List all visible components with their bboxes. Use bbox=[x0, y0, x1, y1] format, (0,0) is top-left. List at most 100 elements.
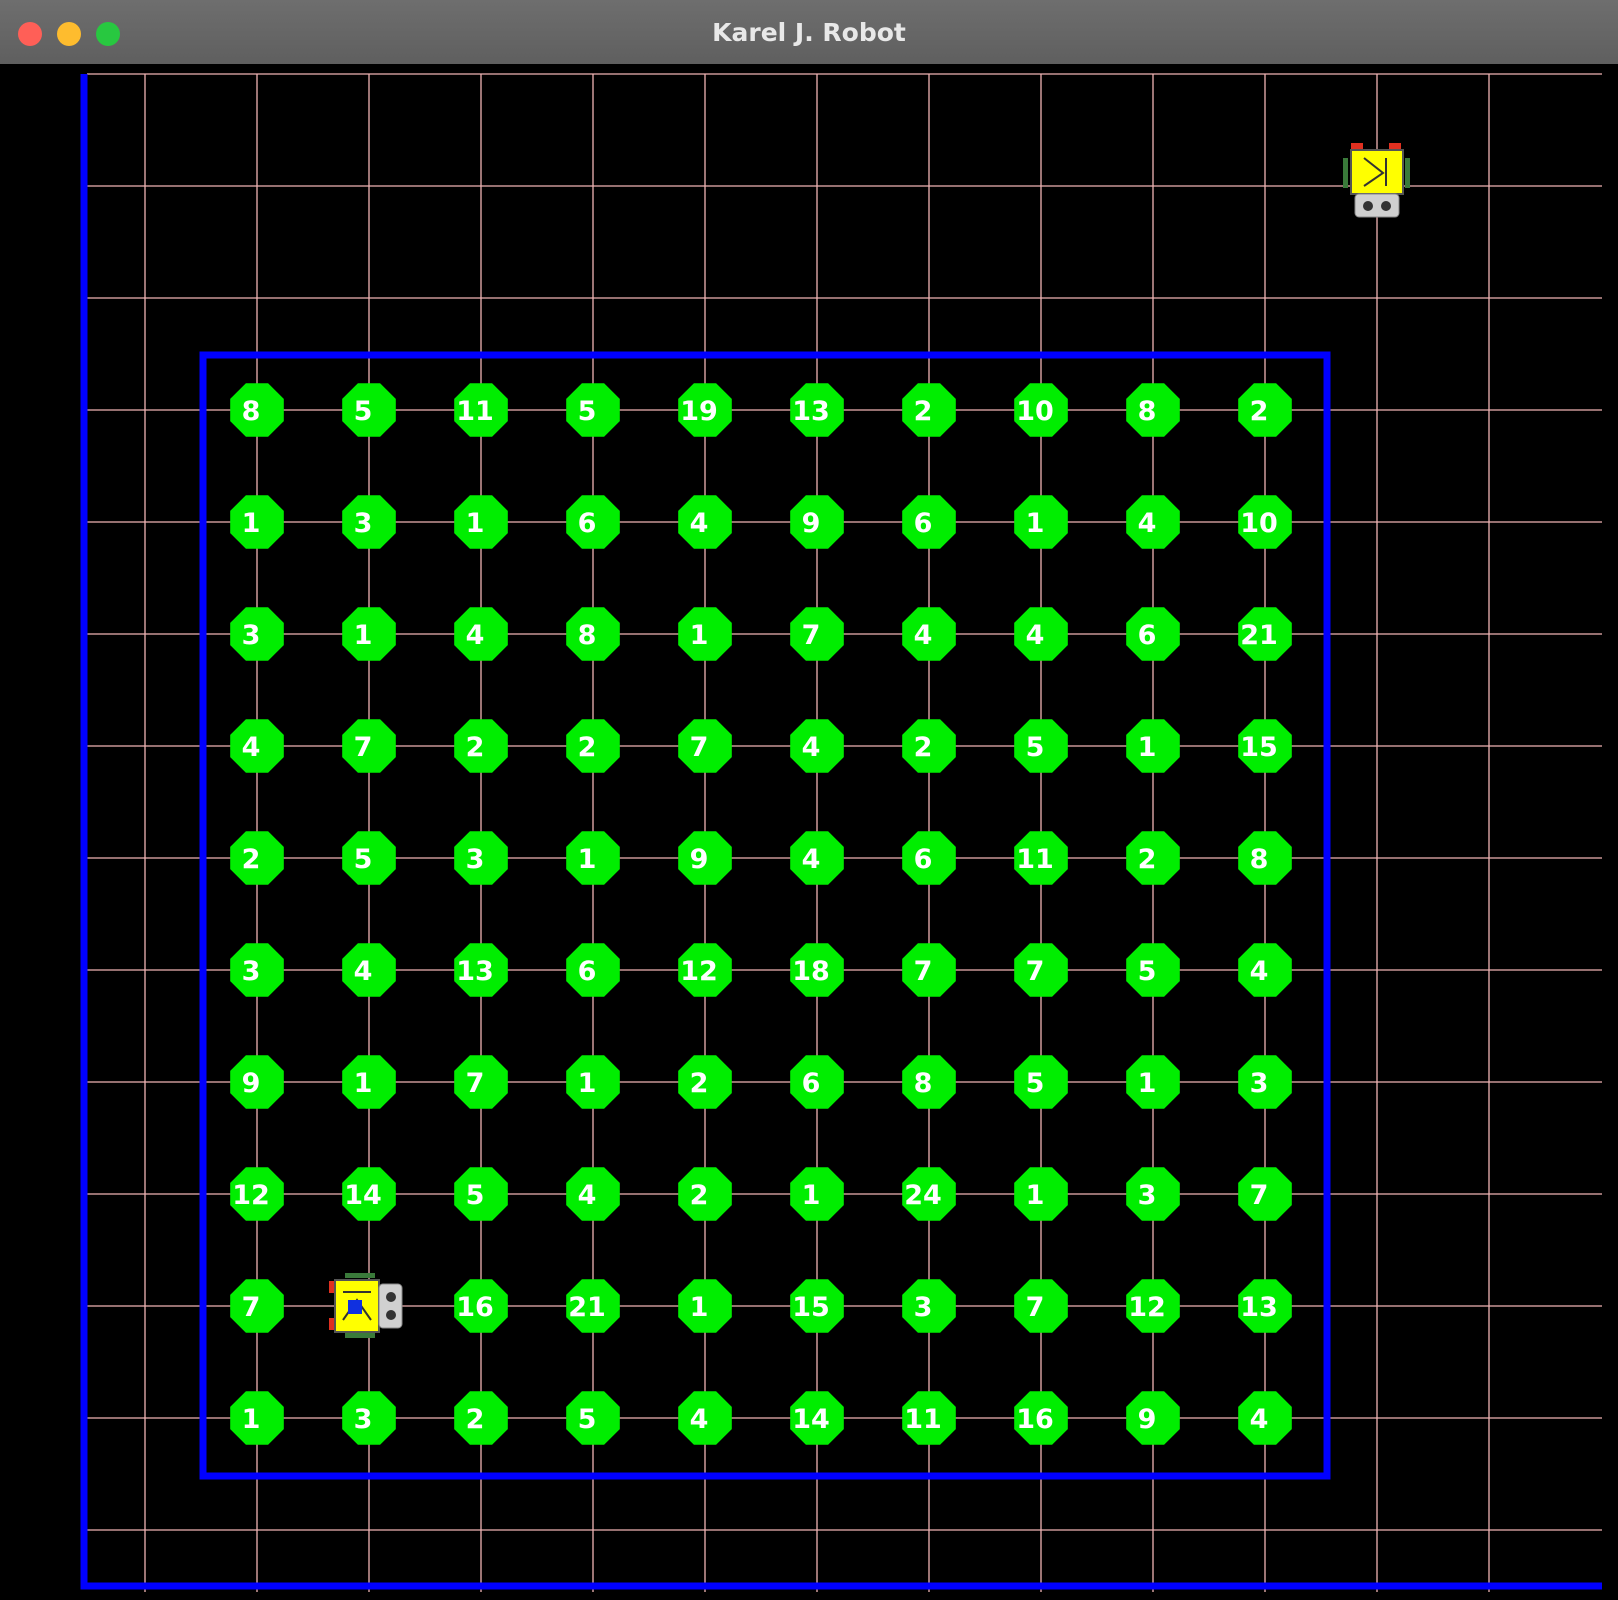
beeper-count: 12 bbox=[680, 956, 718, 987]
beeper: 10 bbox=[1238, 495, 1292, 549]
beeper-count: 9 bbox=[690, 844, 709, 875]
beeper: 15 bbox=[1238, 719, 1292, 773]
beeper-count: 11 bbox=[1016, 844, 1054, 875]
beeper-count: 8 bbox=[914, 1068, 933, 1099]
beeper: 9 bbox=[790, 495, 844, 549]
beeper: 1 bbox=[230, 1391, 284, 1445]
karel-world[interactable]: 8 5 11 5 19 13 2 10 8 2 1 3 1 6 4 9 6 1 4 10 3 1 4 8 1 7 4 4 6 21 4 7 2 2… bbox=[0, 64, 1618, 1600]
beeper: 8 bbox=[1238, 831, 1292, 885]
robot-eye bbox=[386, 1292, 396, 1302]
beeper: 14 bbox=[342, 1167, 396, 1221]
beeper: 2 bbox=[566, 719, 620, 773]
beeper: 4 bbox=[1238, 1391, 1292, 1445]
beeper: 7 bbox=[1238, 1167, 1292, 1221]
beeper-count: 3 bbox=[914, 1292, 933, 1323]
beeper-count: 4 bbox=[690, 508, 709, 539]
beeper: 8 bbox=[566, 607, 620, 661]
beeper: 4 bbox=[1238, 943, 1292, 997]
beeper: 2 bbox=[678, 1055, 732, 1109]
beeper-count: 4 bbox=[802, 732, 821, 763]
beeper-count: 3 bbox=[242, 620, 261, 651]
robot-foot bbox=[1351, 143, 1363, 149]
beeper-count: 8 bbox=[242, 396, 261, 427]
world-canvas[interactable]: 8 5 11 5 19 13 2 10 8 21 3 1 6 4 9 6 1 4 103 1 4 8 1 7 4 4 6 214 7 2 2… bbox=[0, 64, 1618, 1600]
beeper-count: 1 bbox=[578, 844, 597, 875]
beeper-count: 4 bbox=[1138, 508, 1157, 539]
beeper-count: 6 bbox=[578, 956, 597, 987]
beeper: 5 bbox=[1126, 943, 1180, 997]
beeper: 5 bbox=[566, 383, 620, 437]
beeper-count: 1 bbox=[242, 1404, 261, 1435]
beeper-count: 7 bbox=[802, 620, 821, 651]
beeper-count: 1 bbox=[802, 1180, 821, 1211]
beeper-count: 2 bbox=[1138, 844, 1157, 875]
beeper-count: 2 bbox=[914, 732, 933, 763]
beeper: 5 bbox=[342, 383, 396, 437]
beeper: 7 bbox=[454, 1055, 508, 1109]
beeper: 11 bbox=[454, 383, 508, 437]
beeper-count: 5 bbox=[466, 1180, 485, 1211]
beeper-count: 2 bbox=[914, 396, 933, 427]
beeper: 9 bbox=[678, 831, 732, 885]
beeper-count: 16 bbox=[1016, 1404, 1054, 1435]
beeper: 4 bbox=[902, 607, 956, 661]
beeper: 1 bbox=[1126, 719, 1180, 773]
beeper-count: 5 bbox=[1138, 956, 1157, 987]
beeper-count: 1 bbox=[1026, 508, 1045, 539]
beeper-count: 9 bbox=[802, 508, 821, 539]
beeper-count: 24 bbox=[904, 1180, 942, 1211]
beeper: 9 bbox=[230, 1055, 284, 1109]
beeper: 4 bbox=[342, 943, 396, 997]
beeper-count: 1 bbox=[354, 620, 373, 651]
beeper-count: 1 bbox=[354, 1068, 373, 1099]
beeper-count: 2 bbox=[578, 732, 597, 763]
robot-head bbox=[1354, 193, 1400, 218]
beeper-count: 11 bbox=[456, 396, 494, 427]
beeper: 8 bbox=[230, 383, 284, 437]
robot-body bbox=[1350, 149, 1404, 195]
beeper-count: 4 bbox=[354, 956, 373, 987]
beeper: 2 bbox=[902, 383, 956, 437]
beeper: 9 bbox=[1126, 1391, 1180, 1445]
robot-eye bbox=[1363, 201, 1373, 211]
beeper: 1 bbox=[678, 607, 732, 661]
beeper-count: 12 bbox=[1128, 1292, 1166, 1323]
beeper-count: 3 bbox=[1250, 1068, 1269, 1099]
beeper: 7 bbox=[678, 719, 732, 773]
beeper: 7 bbox=[790, 607, 844, 661]
beeper: 3 bbox=[454, 831, 508, 885]
beeper: 12 bbox=[1126, 1279, 1180, 1333]
beeper-count: 4 bbox=[1250, 1404, 1269, 1435]
beeper-count: 13 bbox=[792, 396, 830, 427]
beeper: 3 bbox=[230, 607, 284, 661]
beeper-count: 6 bbox=[914, 508, 933, 539]
beeper: 6 bbox=[1126, 607, 1180, 661]
beeper: 3 bbox=[342, 1391, 396, 1445]
beeper-count: 5 bbox=[578, 1404, 597, 1435]
beeper-count: 7 bbox=[354, 732, 373, 763]
beeper-count: 4 bbox=[1250, 956, 1269, 987]
title-bar[interactable]: Karel J. Robot bbox=[0, 0, 1618, 65]
beeper: 1 bbox=[1014, 495, 1068, 549]
beeper-count: 14 bbox=[344, 1180, 382, 1211]
beeper-count: 10 bbox=[1016, 396, 1054, 427]
beeper-count: 2 bbox=[690, 1068, 709, 1099]
beeper-count: 14 bbox=[792, 1404, 830, 1435]
beeper: 2 bbox=[902, 719, 956, 773]
beeper-count: 5 bbox=[1026, 732, 1045, 763]
beeper: 21 bbox=[1238, 607, 1292, 661]
beeper-count: 4 bbox=[578, 1180, 597, 1211]
beeper: 12 bbox=[230, 1167, 284, 1221]
beeper: 24 bbox=[902, 1167, 956, 1221]
beeper-count: 3 bbox=[354, 1404, 373, 1435]
beeper-count: 4 bbox=[802, 844, 821, 875]
beeper-count: 3 bbox=[1138, 1180, 1157, 1211]
robot-wheel bbox=[1405, 158, 1410, 188]
beeper: 4 bbox=[790, 719, 844, 773]
beeper-count: 2 bbox=[242, 844, 261, 875]
beeper-count: 1 bbox=[1138, 732, 1157, 763]
beeper-count: 15 bbox=[792, 1292, 830, 1323]
beeper-count: 18 bbox=[792, 956, 830, 987]
beeper-count: 3 bbox=[354, 508, 373, 539]
beeper: 13 bbox=[790, 383, 844, 437]
